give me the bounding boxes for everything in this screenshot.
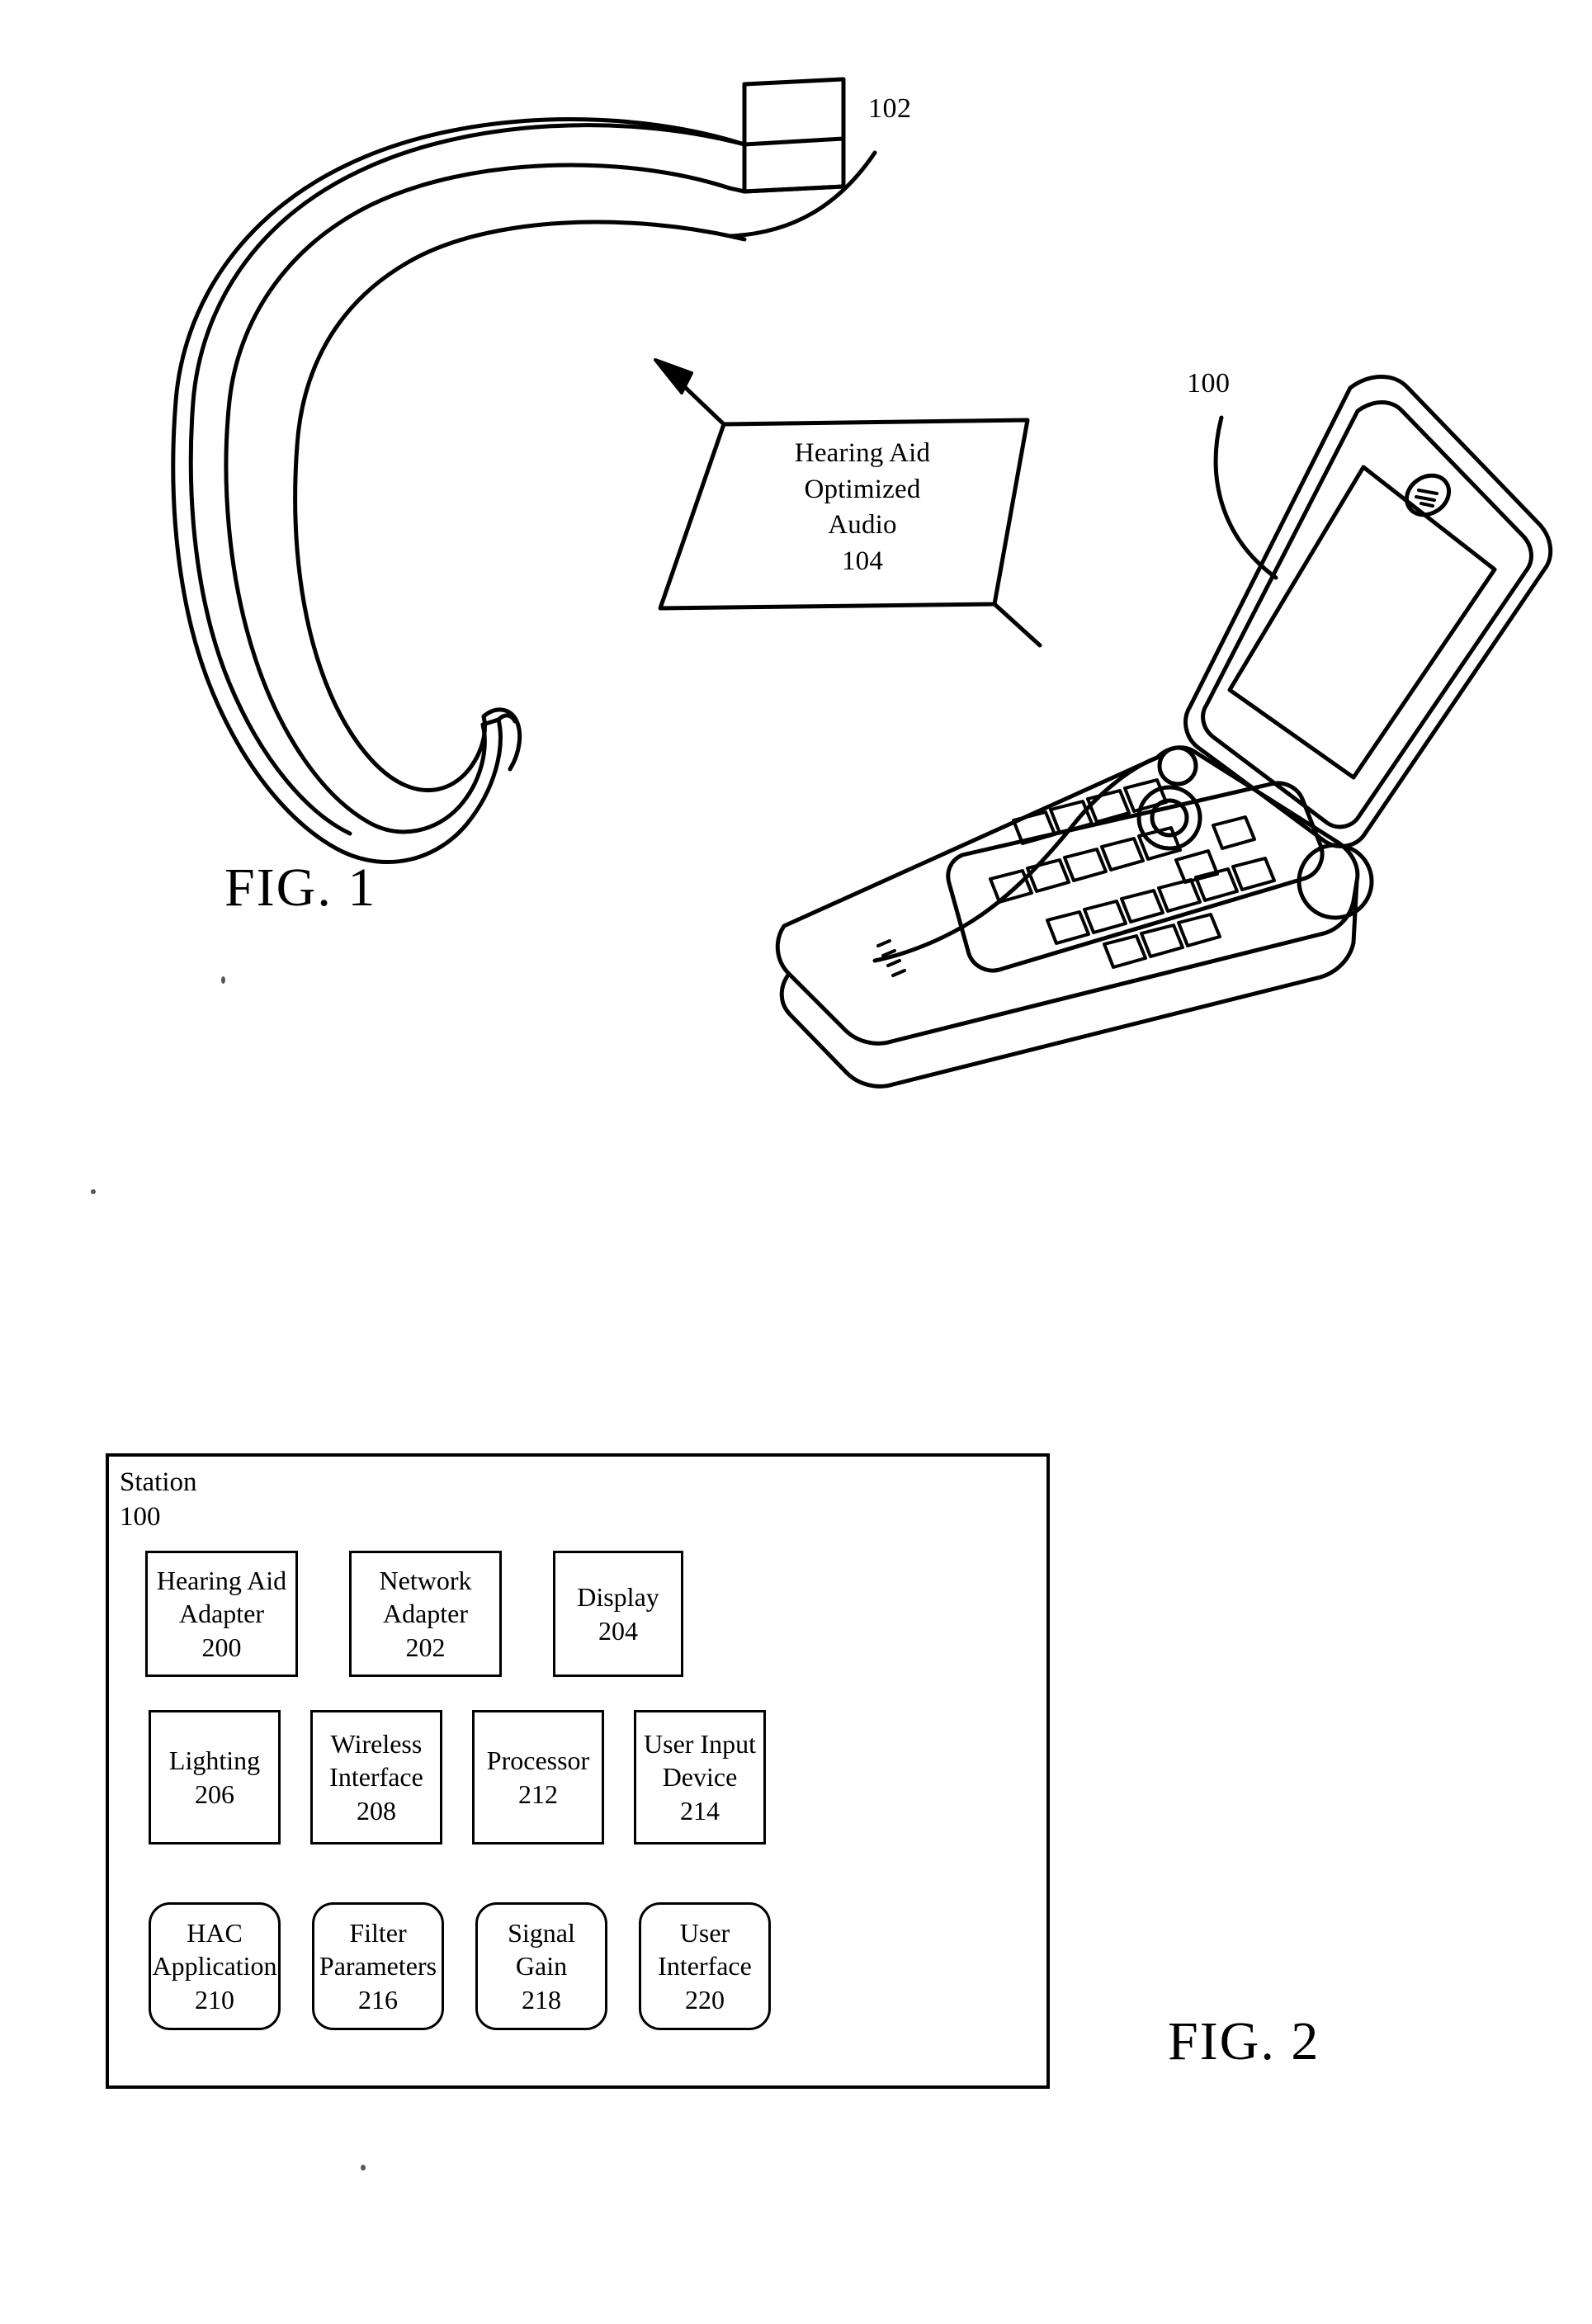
- block-ref-210: 210: [195, 1984, 234, 2015]
- block-hearing-aid-adapter[interactable]: Hearing Aid Adapter 200: [145, 1551, 298, 1677]
- block-network-adapter[interactable]: Network Adapter 202: [349, 1551, 502, 1677]
- block-label-line-2: Adapter: [382, 1599, 469, 1629]
- audio-flow-ref-104: 104: [841, 546, 884, 576]
- hinge-barrel: [1297, 843, 1374, 920]
- hearing-aid-outline: [171, 82, 747, 864]
- block-ref-208: 208: [357, 1795, 396, 1826]
- block-signal-gain[interactable]: Signal Gain 218: [475, 1902, 607, 2030]
- block-ref-212: 212: [518, 1778, 558, 1809]
- audio-flow-line-2: Optimized: [804, 474, 921, 504]
- audio-flow-label: Hearing Aid Optimized Audio 104: [726, 436, 999, 579]
- block-user-interface[interactable]: User Interface 220: [639, 1902, 771, 2030]
- block-label-line-1: User: [679, 1918, 730, 1948]
- block-hac-application[interactable]: HAC Application 210: [149, 1902, 281, 2030]
- earpiece-icon: [1404, 473, 1452, 517]
- block-label-line-1: Display: [577, 1582, 659, 1613]
- block-wireless-interface[interactable]: Wireless Interface 208: [310, 1710, 442, 1845]
- block-label-line-2: Interface: [329, 1762, 423, 1793]
- audio-flow-line-3: Audio: [828, 510, 897, 541]
- scan-artifact-speck: [91, 1189, 96, 1194]
- block-row-2: Lighting 206 Wireless Interface 208 Proc…: [149, 1710, 766, 1845]
- station-ref-100: 100: [120, 1502, 161, 1533]
- block-label-line-2: Application: [152, 1951, 277, 1982]
- block-ref-216: 216: [358, 1984, 398, 2015]
- block-lighting[interactable]: Lighting 206: [149, 1710, 281, 1845]
- navigation-key: [1136, 785, 1202, 851]
- block-label-line-1: Filter: [349, 1918, 407, 1948]
- scan-artifact-speck: [221, 976, 225, 984]
- block-label-line-1: User Input: [644, 1729, 756, 1760]
- block-ref-218: 218: [522, 1984, 561, 2015]
- block-row-1: Hearing Aid Adapter 200 Network Adapter …: [145, 1551, 683, 1677]
- block-row-3: HAC Application 210 Filter Parameters 21…: [149, 1902, 771, 2030]
- block-ref-220: 220: [685, 1984, 725, 2015]
- station-title-text: Station: [120, 1467, 197, 1497]
- block-filter-parameters[interactable]: Filter Parameters 216: [312, 1902, 444, 2030]
- audio-flow-line-1: Hearing Aid: [794, 438, 931, 468]
- block-display[interactable]: Display 204: [553, 1551, 683, 1677]
- block-ref-204: 204: [598, 1615, 638, 1646]
- block-label-line-1: Wireless: [330, 1729, 423, 1760]
- reference-numeral-100: 100: [1187, 368, 1231, 399]
- block-label-line-1: Lighting: [168, 1745, 261, 1776]
- block-processor[interactable]: Processor 212: [472, 1710, 604, 1845]
- block-label-line-2: Gain: [515, 1951, 568, 1982]
- block-label-line-1: Hearing Aid: [156, 1566, 287, 1596]
- scan-artifact-speck: [361, 2165, 366, 2170]
- block-label-line-2: Interface: [658, 1951, 752, 1982]
- station-block-container: Station 100 Hearing Aid Adapter 200 Netw…: [106, 1453, 1050, 2089]
- block-label-line-1: HAC: [187, 1918, 243, 1948]
- reference-numeral-102: 102: [868, 93, 912, 124]
- block-ref-200: 200: [201, 1632, 242, 1662]
- block-label-line-1: Processor: [486, 1745, 590, 1776]
- block-user-input-device[interactable]: User Input Device 214: [634, 1710, 766, 1845]
- block-label-line-2: Parameters: [319, 1951, 437, 1982]
- block-ref-202: 202: [405, 1632, 446, 1662]
- block-ref-214: 214: [680, 1795, 720, 1826]
- leader-102: [729, 150, 877, 239]
- block-ref-206: 206: [195, 1778, 234, 1809]
- figure-1-caption: FIG. 1: [224, 857, 377, 918]
- figure-1: Hearing Aid Optimized Audio 104 102 100 …: [0, 0, 1592, 1089]
- station-container-label: Station 100: [120, 1465, 197, 1534]
- block-label-line-1: Network: [379, 1566, 472, 1596]
- block-label-line-2: Device: [662, 1762, 738, 1793]
- audio-flow-arrow: [654, 358, 726, 427]
- leader-104-stub: [992, 602, 1042, 648]
- block-label-line-2: Adapter: [178, 1599, 265, 1629]
- block-label-line-1: Signal: [508, 1918, 575, 1948]
- hearing-aid-body-block: [742, 77, 846, 194]
